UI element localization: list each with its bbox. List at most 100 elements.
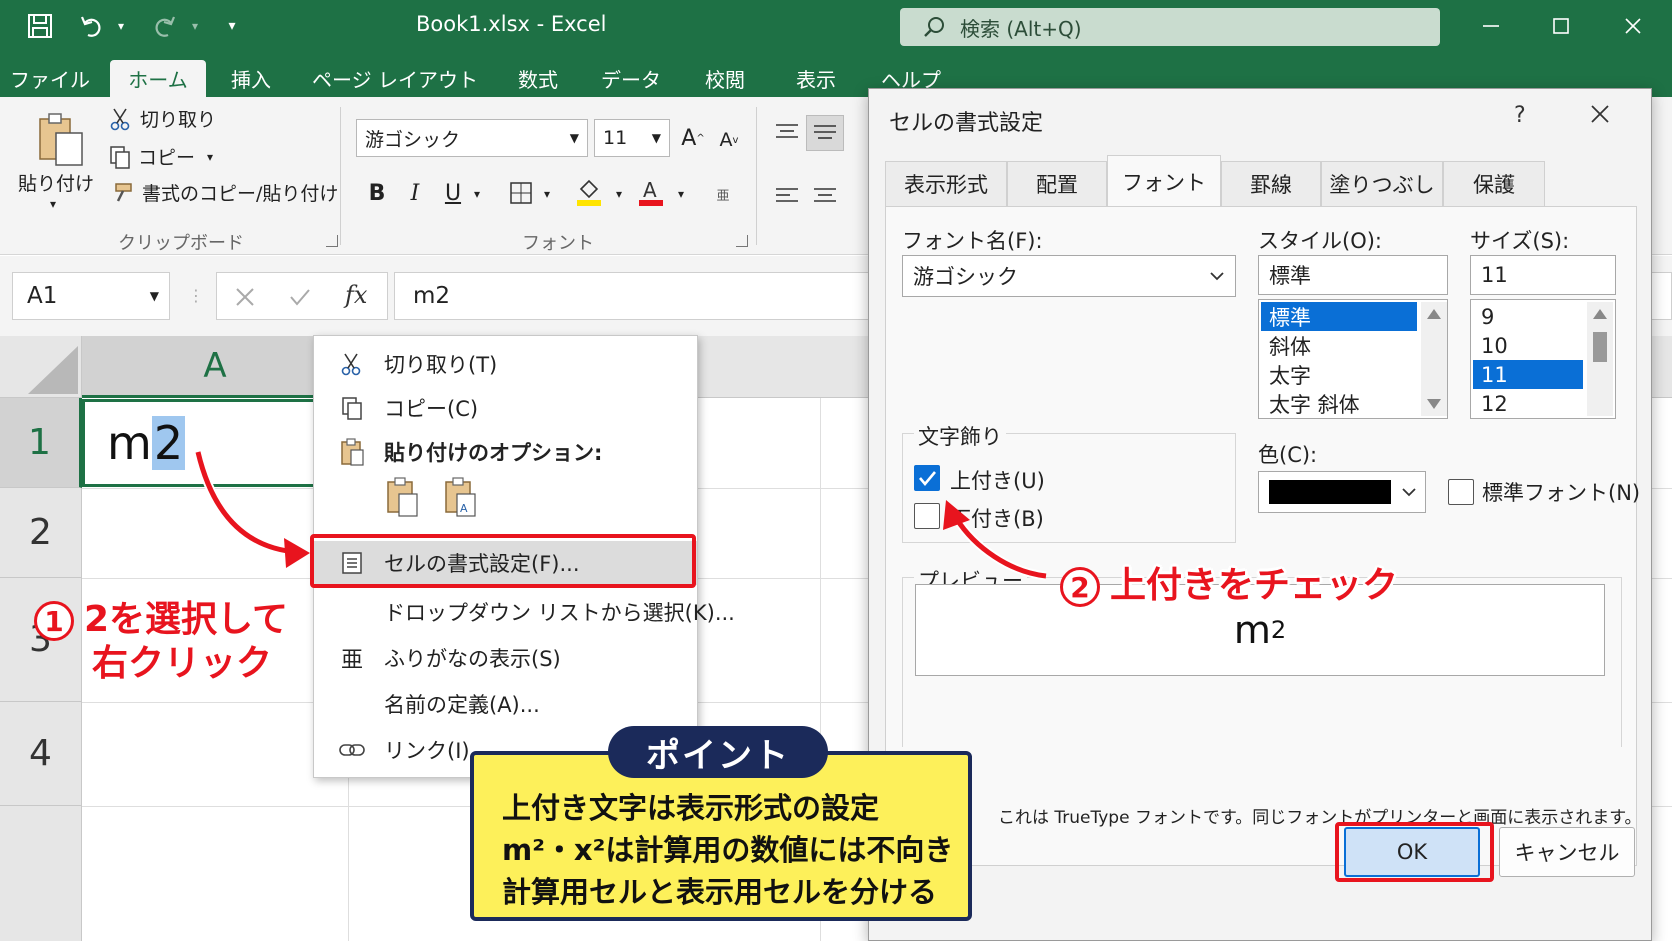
font-name-select[interactable]: 游ゴシック: [902, 255, 1236, 297]
phonetic-icon[interactable]: 亜: [712, 179, 734, 209]
align-center-icon[interactable]: [808, 181, 842, 211]
name-box[interactable]: A1 ▼: [12, 272, 170, 320]
shrink-font-button[interactable]: Av: [716, 123, 742, 157]
dialog-tab-border[interactable]: 罫線: [1221, 161, 1321, 206]
underline-button[interactable]: U: [438, 173, 468, 213]
font-size-combo[interactable]: 11 ▼: [594, 119, 670, 157]
paste-option-default-icon[interactable]: [384, 476, 424, 520]
dialog-tab-font[interactable]: フォント: [1107, 155, 1221, 207]
fill-color-icon[interactable]: [574, 175, 604, 209]
window-close-icon[interactable]: [1610, 8, 1656, 44]
tab-home[interactable]: ホーム: [110, 60, 206, 97]
size-option[interactable]: 11: [1473, 360, 1583, 389]
menu-item-dropdown-list[interactable]: ドロップダウン リストから選択(K)...: [314, 590, 735, 634]
align-left-icon[interactable]: [770, 181, 804, 211]
help-icon[interactable]: ?: [1514, 103, 1526, 128]
size-scrollbar[interactable]: [1587, 302, 1613, 416]
menu-item-furigana[interactable]: 亜 ふりがなの表示(S): [314, 636, 697, 680]
dialog-close-icon[interactable]: [1589, 103, 1611, 129]
cancel-entry-icon[interactable]: [235, 287, 255, 307]
copy-dropdown-icon[interactable]: ▾: [207, 150, 213, 164]
tab-data[interactable]: データ: [598, 60, 664, 97]
normal-font-label[interactable]: 標準フォント(N): [1482, 477, 1640, 507]
search-box[interactable]: 検索 (Alt+Q): [900, 8, 1440, 46]
dialog-tab-protection[interactable]: 保護: [1443, 161, 1545, 206]
size-option[interactable]: 9: [1473, 302, 1583, 331]
scroll-down-icon[interactable]: [1426, 398, 1442, 410]
format-painter-button[interactable]: 書式のコピー/貼り付け: [110, 179, 338, 206]
customize-qat-icon[interactable]: ▾: [220, 10, 244, 42]
bold-button[interactable]: B: [362, 173, 392, 213]
paste-button[interactable]: 貼り付け: [18, 169, 94, 196]
style-list[interactable]: 標準 斜体 太字 太字 斜体: [1258, 299, 1448, 419]
tab-insert[interactable]: 挿入: [220, 60, 282, 97]
tab-page-layout[interactable]: ページ レイアウト: [312, 60, 478, 97]
style-input[interactable]: 標準: [1258, 255, 1448, 295]
tab-review[interactable]: 校閲: [694, 60, 756, 97]
align-top-icon[interactable]: [770, 117, 804, 147]
superscript-label[interactable]: 上付き(U): [950, 465, 1045, 495]
redo-dropdown-icon[interactable]: ▾: [186, 10, 204, 42]
color-select[interactable]: [1258, 471, 1426, 513]
row-header-5[interactable]: [0, 806, 82, 941]
font-launcher-icon[interactable]: [736, 235, 748, 247]
font-name-combo[interactable]: 游ゴシック ▼: [356, 119, 588, 157]
tab-view[interactable]: 表示: [786, 60, 846, 97]
cell-a1[interactable]: m2: [82, 399, 350, 487]
cancel-button[interactable]: キャンセル: [1499, 827, 1635, 877]
select-all-corner[interactable]: [0, 336, 82, 398]
superscript-checkbox[interactable]: [914, 465, 940, 491]
undo-icon[interactable]: [74, 10, 110, 42]
scroll-up-icon[interactable]: [1426, 308, 1442, 320]
size-list[interactable]: 9 10 11 12: [1470, 299, 1616, 419]
paste-dropdown-icon[interactable]: ▾: [50, 197, 56, 211]
borders-icon[interactable]: [506, 177, 536, 209]
maximize-icon[interactable]: [1538, 8, 1584, 44]
scroll-up-icon[interactable]: [1592, 308, 1608, 320]
row-header-4[interactable]: 4: [0, 702, 82, 806]
undo-dropdown-icon[interactable]: ▾: [112, 10, 130, 42]
paste-icon[interactable]: [36, 111, 86, 167]
menu-item-cut[interactable]: 切り取り(T): [314, 342, 697, 386]
style-option[interactable]: 斜体: [1261, 331, 1417, 360]
redo-icon[interactable]: [146, 10, 182, 42]
underline-dropdown-icon[interactable]: ▾: [470, 179, 484, 209]
clipboard-launcher-icon[interactable]: [326, 235, 338, 247]
style-option[interactable]: 太字 斜体: [1261, 389, 1417, 418]
fill-color-dropdown-icon[interactable]: ▾: [612, 179, 626, 209]
copy-button[interactable]: コピー ▾: [108, 143, 213, 170]
size-input[interactable]: 11: [1470, 255, 1616, 295]
dialog-tab-number[interactable]: 表示形式: [885, 161, 1007, 206]
style-option[interactable]: 標準: [1261, 302, 1417, 331]
paste-option-values-icon[interactable]: A: [442, 476, 482, 520]
tab-formulas[interactable]: 数式: [508, 60, 568, 97]
column-header-a[interactable]: A: [82, 336, 348, 398]
row-header-1[interactable]: 1: [0, 398, 82, 488]
dialog-tab-alignment[interactable]: 配置: [1007, 161, 1107, 206]
tab-file[interactable]: ファイル: [8, 60, 92, 97]
subscript-checkbox[interactable]: [914, 503, 940, 529]
size-option[interactable]: 12: [1473, 389, 1583, 418]
menu-item-define-name[interactable]: 名前の定義(A)...: [314, 682, 697, 726]
cell-a1-selected-text: 2: [151, 416, 186, 470]
grow-font-button[interactable]: A ^: [680, 119, 706, 157]
row-header-2[interactable]: 2: [0, 488, 82, 578]
dialog-tab-fill[interactable]: 塗りつぶし: [1321, 161, 1443, 206]
cut-button[interactable]: 切り取り: [110, 105, 216, 132]
minimize-icon[interactable]: [1468, 8, 1514, 44]
align-middle-icon[interactable]: [806, 115, 844, 151]
style-option[interactable]: 太字: [1261, 360, 1417, 389]
font-color-dropdown-icon[interactable]: ▾: [674, 179, 688, 209]
save-icon[interactable]: [22, 10, 58, 42]
italic-button[interactable]: I: [400, 173, 430, 213]
style-scrollbar[interactable]: [1421, 302, 1447, 416]
scroll-thumb[interactable]: [1593, 332, 1607, 362]
size-option[interactable]: 10: [1473, 331, 1583, 360]
borders-dropdown-icon[interactable]: ▾: [540, 179, 554, 209]
subscript-label[interactable]: 下付き(B): [950, 503, 1044, 533]
normal-font-checkbox[interactable]: [1448, 479, 1474, 505]
font-color-icon[interactable]: A: [636, 175, 666, 209]
insert-function-icon[interactable]: fx: [345, 281, 367, 309]
confirm-entry-icon[interactable]: [289, 287, 311, 307]
menu-item-copy[interactable]: コピー(C): [314, 386, 697, 430]
